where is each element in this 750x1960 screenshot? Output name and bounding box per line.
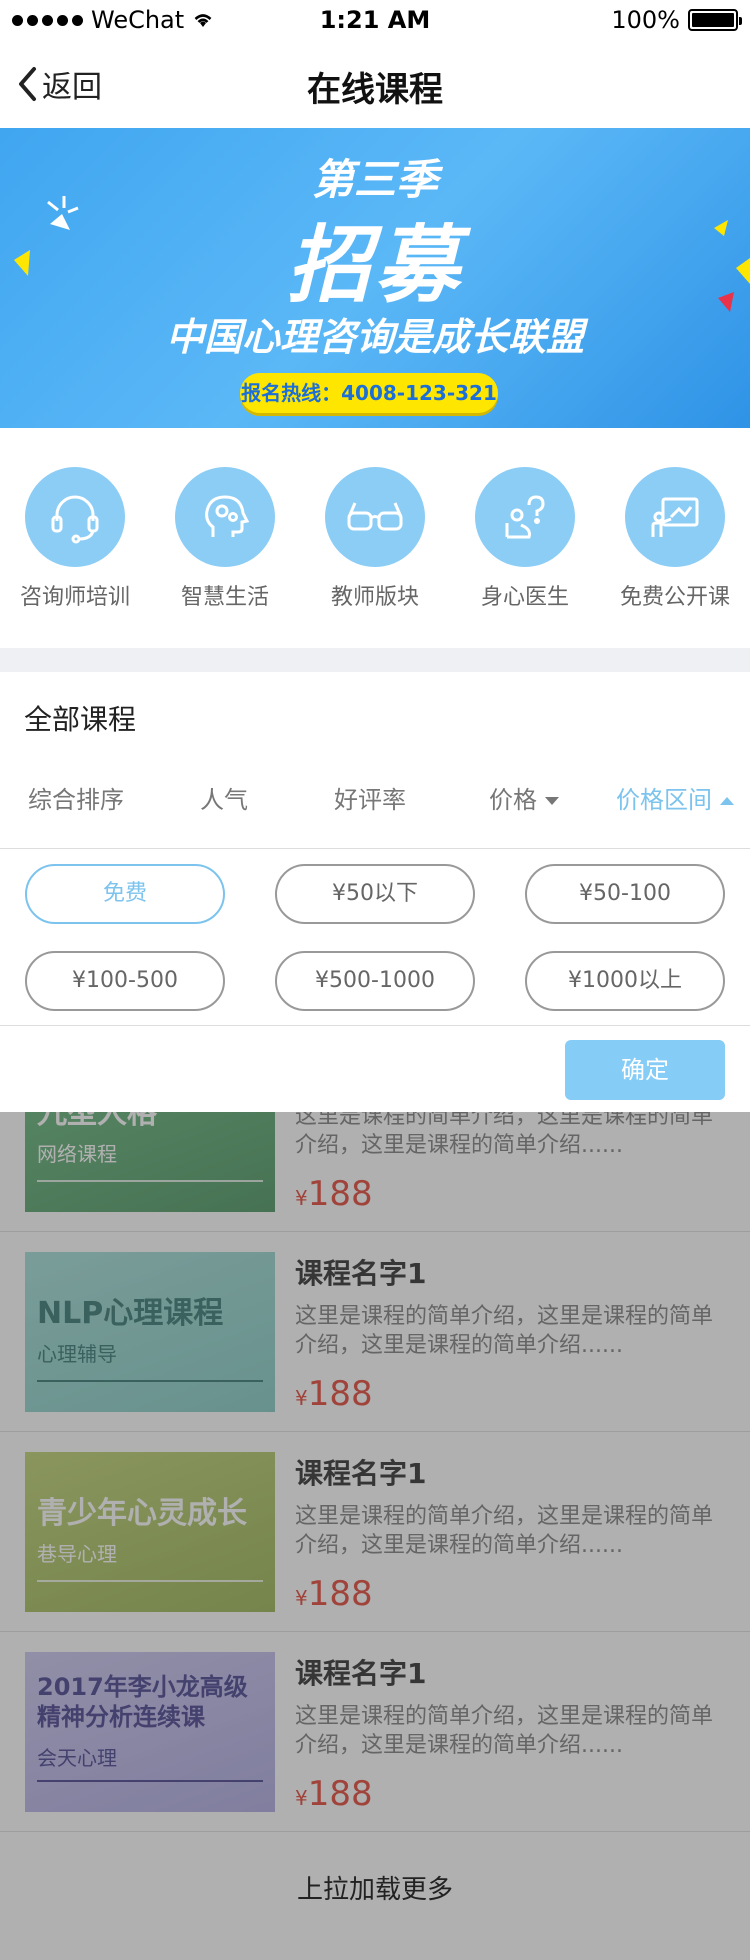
filter-chip-100-500[interactable]: ¥100-500: [25, 951, 225, 1011]
banner-hotline: 报名热线：4008-123-321: [240, 373, 498, 413]
sort-popularity[interactable]: 人气: [200, 780, 248, 815]
category-free-open-class[interactable]: 免费公开课: [620, 467, 730, 611]
load-more-hint: 上拉加载更多: [296, 1875, 453, 1905]
sort-price-range[interactable]: 价格区间: [616, 780, 734, 815]
category-smart-life[interactable]: 智慧生活: [170, 467, 280, 611]
status-right: 100%: [611, 6, 742, 34]
category-counselor-training[interactable]: 咨询师培训: [20, 467, 130, 611]
brain-gear-icon: [175, 467, 275, 567]
section-title: 全部课程: [24, 703, 137, 736]
sort-price[interactable]: 价格: [489, 780, 559, 815]
divider: [0, 848, 750, 849]
category-teacher-section[interactable]: 教师版块: [320, 467, 430, 611]
category-mind-body-doctor[interactable]: 身心医生: [470, 467, 580, 611]
glasses-icon: [325, 467, 425, 567]
filter-chip-free[interactable]: 免费: [25, 864, 225, 924]
page-title: 在线课程: [307, 70, 443, 110]
battery-percent: 100%: [611, 6, 680, 34]
dim-overlay[interactable]: [0, 1112, 750, 1960]
filter-chip-500-1000[interactable]: ¥500-1000: [275, 951, 475, 1011]
section-divider: [0, 648, 750, 672]
status-bar: WeChat 1:21 AM 100%: [0, 0, 750, 40]
category-label: 智慧生活: [180, 585, 269, 610]
category-label: 免费公开课: [620, 585, 731, 610]
headset-icon: [25, 467, 125, 567]
question-person-icon: [475, 467, 575, 567]
filter-chip-50-100[interactable]: ¥50-100: [525, 864, 725, 924]
promo-banner[interactable]: 第三季 招募 中国心理咨询是成长联盟 报名热线：4008-123-321: [0, 128, 750, 428]
teacher-board-icon: [625, 467, 725, 567]
caret-up-icon: [720, 797, 734, 805]
category-label: 身心医生: [480, 585, 569, 610]
banner-subtitle: 中国心理咨询是成长联盟: [165, 315, 584, 359]
sort-bar: 综合排序 人气 好评率 价格 价格区间: [0, 780, 750, 830]
nav-bar: 返回 在线课程: [0, 40, 750, 128]
filter-chip-over-1000[interactable]: ¥1000以上: [525, 951, 725, 1011]
confirm-button[interactable]: 确定: [565, 1040, 725, 1100]
category-label: 教师版块: [330, 585, 419, 610]
caret-down-icon: [545, 797, 559, 805]
banner-headline: 招募: [286, 216, 463, 314]
category-label: 咨询师培训: [20, 585, 131, 610]
sort-comprehensive[interactable]: 综合排序: [28, 780, 124, 815]
sort-rating[interactable]: 好评率: [334, 780, 406, 815]
battery-icon: [688, 9, 742, 31]
divider: [0, 1025, 750, 1026]
filter-chip-under-50[interactable]: ¥50以下: [275, 864, 475, 924]
